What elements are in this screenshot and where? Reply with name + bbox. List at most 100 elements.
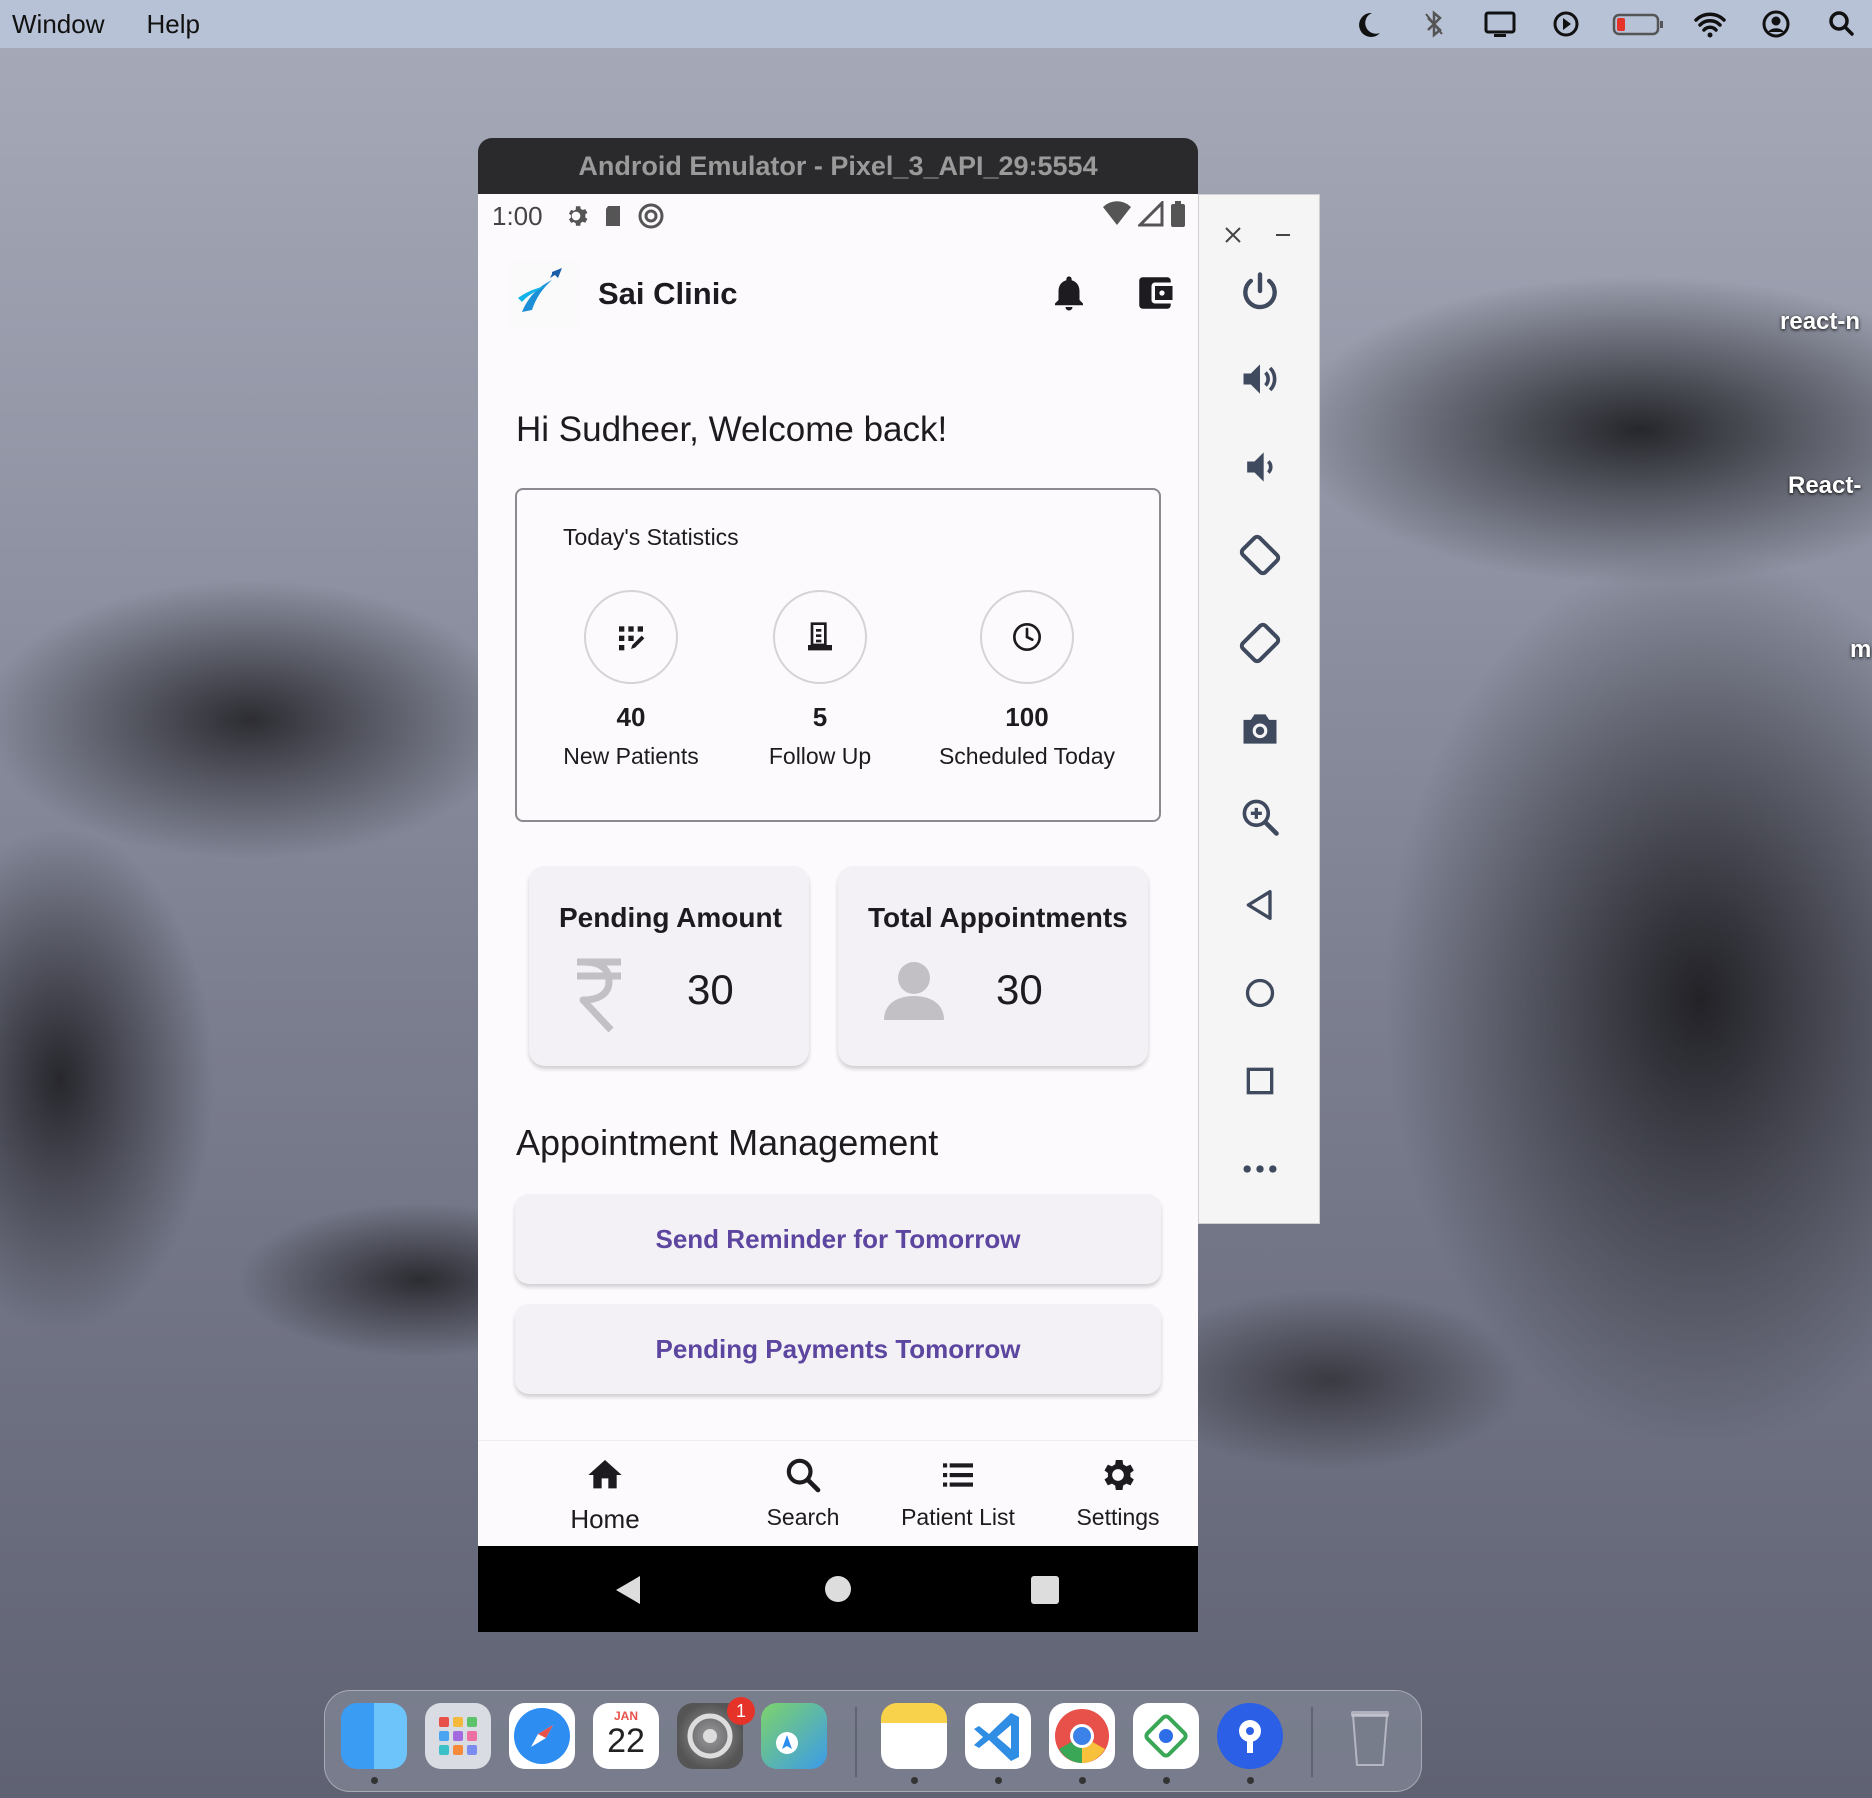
rupee-icon	[573, 958, 625, 1037]
home-icon	[588, 1460, 622, 1489]
scheduled-today-count: 100	[1005, 702, 1049, 732]
follow-up-label: Follow Up	[768, 743, 872, 769]
close-icon[interactable]	[1213, 215, 1253, 255]
safari-icon[interactable]	[509, 1703, 575, 1769]
calendar-month: JAN	[613, 1709, 638, 1723]
list-icon	[943, 1463, 973, 1487]
scheduled-today-label: Scheduled Today	[938, 743, 1116, 769]
nav-patient-list-label: Patient List	[901, 1504, 1015, 1530]
nav-settings[interactable]: Settings	[1048, 1455, 1188, 1531]
notification-badge: 1	[727, 1697, 755, 1725]
rotate-right-icon[interactable]	[1236, 619, 1284, 667]
proxyman-running-dot	[1247, 1777, 1254, 1784]
nav-search[interactable]: Search	[728, 1455, 878, 1531]
power-icon[interactable]	[1236, 267, 1284, 315]
play-icon[interactable]	[1544, 6, 1588, 42]
send-reminder-button[interactable]: Send Reminder for Tomorrow	[515, 1194, 1161, 1284]
stat-new-patients[interactable]: 40 New Patients	[521, 590, 741, 770]
moon-icon[interactable]	[1346, 6, 1390, 42]
spotlight-search-icon[interactable]	[1820, 6, 1864, 42]
recents-icon[interactable]	[1031, 1576, 1059, 1604]
pending-amount-card[interactable]: Pending Amount 30	[529, 866, 809, 1066]
nav-home[interactable]: Home	[530, 1455, 680, 1535]
chrome-running-dot	[1079, 1777, 1086, 1784]
todays-statistics-card: Today's Statistics 40 New Patients 5 Fol…	[515, 488, 1161, 822]
clinic-name: Sai Clinic	[598, 276, 738, 311]
more-icon[interactable]	[1236, 1145, 1284, 1193]
dock-separator	[855, 1707, 857, 1777]
zoom-icon[interactable]	[1236, 793, 1284, 841]
minimize-icon[interactable]	[1263, 215, 1303, 255]
notes-icon[interactable]	[881, 1703, 947, 1769]
menu-help[interactable]: Help	[146, 9, 199, 40]
android-studio-running-dot	[1163, 1777, 1170, 1784]
wifi-signal-icon	[1102, 201, 1132, 232]
back-icon[interactable]	[616, 1576, 640, 1604]
settings-status-icon	[563, 203, 589, 229]
desktop-item-label[interactable]: react-n	[1780, 308, 1860, 336]
stat-follow-up[interactable]: 5 Follow Up	[710, 590, 930, 770]
nav-settings-label: Settings	[1076, 1504, 1160, 1530]
stat-scheduled-today[interactable]: 100 Scheduled Today	[917, 590, 1137, 770]
finder-running-dot	[371, 1777, 378, 1784]
total-appointments-card[interactable]: Total Appointments 30	[838, 866, 1148, 1066]
sync-status-icon	[637, 202, 665, 230]
new-patients-icon	[584, 590, 678, 684]
chrome-icon[interactable]	[1049, 1703, 1115, 1769]
emulator-title-bar[interactable]: Android Emulator - Pixel_3_API_29:5554	[478, 138, 1198, 196]
android-status-bar: 1:00	[478, 194, 1198, 238]
launchpad-icon[interactable]	[425, 1703, 491, 1769]
search-icon	[786, 1458, 821, 1493]
volume-down-icon[interactable]	[1236, 443, 1284, 491]
cell-signal-icon	[1136, 199, 1164, 232]
desktop-item-label[interactable]: React-	[1788, 472, 1861, 500]
dock: JAN 22 1	[324, 1690, 1422, 1792]
status-time: 1:00	[492, 200, 543, 231]
new-patients-label: New Patients	[563, 743, 699, 769]
appointment-management-title: Appointment Management	[516, 1122, 939, 1163]
desktop-item-label[interactable]: m	[1850, 636, 1871, 664]
app-bar: Sai Clinic	[478, 254, 1198, 334]
notes-running-dot	[911, 1777, 918, 1784]
person-icon	[882, 958, 946, 1027]
nav-patient-list[interactable]: Patient List	[878, 1455, 1038, 1531]
android-studio-icon[interactable]	[1133, 1703, 1199, 1769]
bell-icon[interactable]	[1048, 272, 1090, 319]
gear-icon	[1104, 1460, 1134, 1490]
vscode-running-dot	[995, 1777, 1002, 1784]
welcome-message: Hi Sudheer, Welcome back!	[516, 410, 948, 449]
vscode-icon[interactable]	[965, 1703, 1031, 1769]
emulator-overview-icon[interactable]	[1236, 1057, 1284, 1105]
display-icon[interactable]	[1478, 6, 1522, 42]
menu-bar-status	[1346, 0, 1864, 48]
wallet-icon[interactable]	[1134, 272, 1176, 319]
status-right-icons	[1102, 199, 1186, 233]
emulator-toolbar	[1198, 194, 1320, 1224]
new-patients-count: 40	[616, 702, 646, 732]
emulator-back-icon[interactable]	[1236, 881, 1284, 929]
follow-up-icon	[773, 590, 867, 684]
battery-icon[interactable]	[1610, 6, 1666, 42]
rotate-left-icon[interactable]	[1236, 531, 1284, 579]
finder-icon[interactable]	[341, 1703, 407, 1769]
nav-search-label: Search	[766, 1504, 840, 1530]
wifi-icon[interactable]	[1688, 6, 1732, 42]
proxyman-icon[interactable]	[1217, 1703, 1283, 1769]
pending-amount-value: 30	[687, 966, 734, 1013]
bluetooth-icon[interactable]	[1412, 6, 1456, 42]
user-icon[interactable]	[1754, 6, 1798, 42]
home-circle-icon[interactable]	[825, 1576, 851, 1602]
sd-card-icon	[601, 203, 625, 229]
volume-up-icon[interactable]	[1236, 355, 1284, 403]
dock-separator	[1311, 1707, 1313, 1777]
phone-screen: 1:00 Sai Clinic Hi Sudheer, Welcome back…	[478, 194, 1198, 1632]
android-navigation-bar	[478, 1546, 1198, 1632]
calendar-icon[interactable]: JAN 22	[593, 1703, 659, 1769]
emulator-home-icon[interactable]	[1236, 969, 1284, 1017]
pending-payments-button[interactable]: Pending Payments Tomorrow	[515, 1304, 1161, 1394]
trash-icon[interactable]	[1337, 1703, 1403, 1769]
camera-icon[interactable]	[1236, 705, 1284, 753]
clinic-logo	[508, 260, 578, 330]
menu-window[interactable]: Window	[12, 9, 104, 40]
maps-icon[interactable]	[761, 1703, 827, 1769]
